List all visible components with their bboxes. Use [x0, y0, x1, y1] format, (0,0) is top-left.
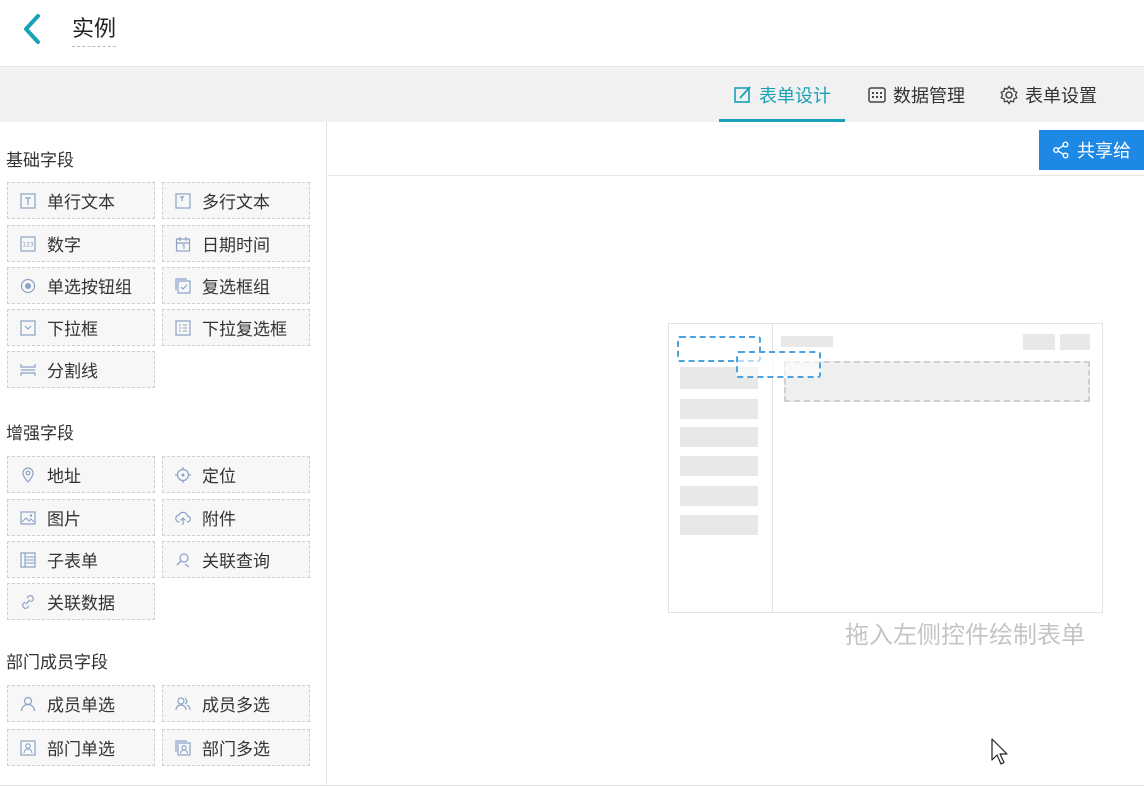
section-title-basic: 基础字段 — [6, 151, 74, 171]
field-label: 复选框组 — [202, 278, 270, 298]
divider-icon — [19, 361, 37, 379]
field-attachment[interactable]: 附件 — [162, 499, 310, 536]
number-icon: 123 — [19, 235, 37, 253]
top-header: 实例 — [0, 0, 1144, 67]
illustration-drop-zone — [784, 361, 1090, 402]
field-label: 图片 — [47, 510, 81, 530]
radio-icon — [19, 277, 37, 295]
field-label: 多行文本 — [202, 193, 270, 213]
field-label: 定位 — [202, 467, 236, 487]
field-department-multi[interactable]: 部门多选 — [162, 729, 310, 766]
tab-form-settings[interactable]: 表单设置 — [999, 67, 1097, 122]
svg-text:123: 123 — [22, 241, 34, 248]
field-datetime[interactable]: 日期时间 — [162, 225, 310, 262]
field-radio-group[interactable]: 单选按钮组 — [7, 267, 155, 304]
empty-canvas-illustration — [668, 323, 1103, 613]
field-label: 成员单选 — [47, 696, 115, 716]
field-address[interactable]: 地址 — [7, 456, 155, 493]
location-pin-icon — [19, 466, 37, 484]
field-divider[interactable]: 分割线 — [7, 351, 155, 388]
tab-label: 数据管理 — [893, 85, 965, 107]
crosshair-icon — [174, 466, 192, 484]
illustration-block — [680, 399, 758, 419]
field-dropdown[interactable]: 下拉框 — [7, 309, 155, 346]
field-label: 下拉框 — [47, 320, 98, 340]
field-label: 关联数据 — [47, 594, 115, 614]
grid-icon — [868, 86, 886, 103]
illustration-block — [680, 486, 758, 506]
field-label: 关联查询 — [202, 552, 270, 572]
edit-icon — [734, 85, 751, 103]
section-title-department-member: 部门成员字段 — [6, 653, 108, 673]
field-member-multi[interactable]: 成员多选 — [162, 685, 310, 722]
empty-canvas-hint: 拖入左侧控件绘制表单 — [328, 615, 1144, 650]
field-label: 子表单 — [47, 552, 98, 572]
tab-form-design[interactable]: 表单设计 — [719, 67, 845, 122]
share-button[interactable]: 共享给 — [1039, 130, 1144, 170]
tab-label: 表单设计 — [759, 85, 831, 107]
multi-line-text-icon — [174, 192, 192, 210]
back-button[interactable] — [18, 12, 48, 48]
calendar-icon — [174, 235, 192, 253]
field-palette: 基础字段 单行文本 多行文本 123 数字 日期时间 单选按钮组 复选框组 下拉… — [0, 122, 327, 786]
field-label: 数字 — [47, 236, 81, 256]
tab-data-management[interactable]: 数据管理 — [867, 67, 965, 122]
section-title-enhanced: 增强字段 — [6, 424, 74, 444]
field-label: 成员多选 — [202, 696, 270, 716]
dropdown-icon — [19, 319, 37, 337]
users-icon — [174, 695, 192, 713]
image-icon — [19, 509, 37, 527]
form-canvas[interactable]: 共享给 — [328, 122, 1144, 786]
illustration-dragged-item — [736, 351, 821, 378]
dropdown-checklist-icon — [174, 319, 192, 337]
toolbar-divider — [328, 175, 1144, 176]
illustration-block — [680, 427, 758, 447]
empty-canvas-hint-text: 拖入左侧控件绘制表单 — [845, 621, 1085, 649]
illustration-block — [781, 336, 833, 347]
upload-cloud-icon — [174, 509, 192, 527]
checkbox-icon — [174, 277, 192, 295]
field-label: 下拉复选框 — [202, 320, 287, 340]
field-number[interactable]: 123 数字 — [7, 225, 155, 262]
field-label: 分割线 — [47, 362, 98, 382]
mouse-cursor-icon — [991, 738, 1008, 765]
field-member-single[interactable]: 成员单选 — [7, 685, 155, 722]
illustration-block — [680, 456, 758, 476]
subform-icon — [19, 551, 37, 569]
field-dropdown-checklist[interactable]: 下拉复选框 — [162, 309, 310, 346]
link-data-icon — [19, 593, 37, 611]
illustration-block — [680, 515, 758, 535]
field-label: 日期时间 — [202, 236, 270, 256]
tab-bar: 表单设计 数据管理 表单设置 — [0, 67, 1144, 122]
illustration-block — [1023, 334, 1055, 350]
field-geolocation[interactable]: 定位 — [162, 456, 310, 493]
field-label: 地址 — [47, 467, 81, 487]
field-label: 附件 — [202, 510, 236, 530]
field-label: 部门单选 — [47, 740, 115, 760]
field-link-query[interactable]: 关联查询 — [162, 541, 310, 578]
field-department-single[interactable]: 部门单选 — [7, 729, 155, 766]
page-title[interactable]: 实例 — [72, 16, 117, 47]
departments-icon — [174, 739, 192, 757]
department-icon — [19, 739, 37, 757]
field-label: 单选按钮组 — [47, 278, 132, 298]
chevron-left-icon — [24, 14, 40, 44]
single-line-text-icon — [19, 192, 37, 210]
field-subform[interactable]: 子表单 — [7, 541, 155, 578]
field-label: 单行文本 — [47, 193, 115, 213]
field-multi-line-text[interactable]: 多行文本 — [162, 182, 310, 219]
field-single-line-text[interactable]: 单行文本 — [7, 182, 155, 219]
gear-icon — [1000, 84, 1018, 105]
tab-label: 表单设置 — [1025, 85, 1097, 107]
field-link-data[interactable]: 关联数据 — [7, 583, 155, 620]
field-image[interactable]: 图片 — [7, 499, 155, 536]
user-icon — [19, 695, 37, 713]
field-label: 部门多选 — [202, 740, 270, 760]
share-icon — [1053, 141, 1069, 159]
field-checkbox-group[interactable]: 复选框组 — [162, 267, 310, 304]
link-query-icon — [174, 551, 192, 569]
share-button-label: 共享给 — [1077, 141, 1131, 162]
illustration-block — [1060, 334, 1090, 350]
